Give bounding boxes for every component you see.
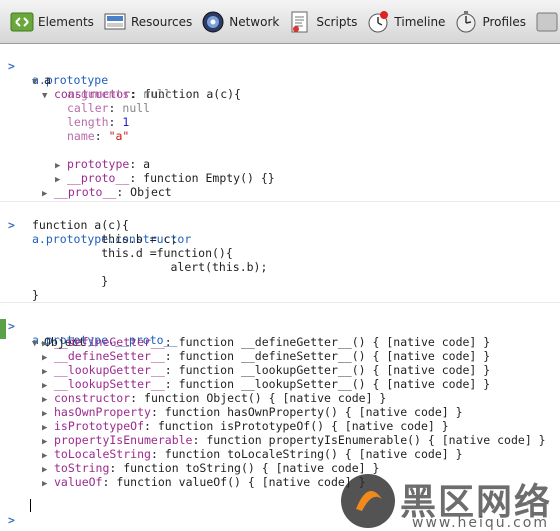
property-value: null <box>143 87 171 101</box>
property-value: "a" <box>108 129 130 143</box>
tab-timeline-label: Timeline <box>394 14 446 29</box>
property-key: toString <box>54 461 110 475</box>
prompt-chevron-icon: > <box>8 218 15 232</box>
property-key: name <box>67 129 95 143</box>
tab-more[interactable] <box>535 7 560 37</box>
code-line: this.b = c; <box>32 232 178 246</box>
devtools-toolbar: Elements Resources Network Scripts Timel… <box>0 0 560 44</box>
watermark: 黑区网络 www.heiqu.com <box>330 469 560 531</box>
property-value: function valueOf() { [native code] } <box>116 475 366 489</box>
property-value: function isPrototypeOf() { [native code]… <box>157 419 449 433</box>
tree-row[interactable]: ▶ prototype: a <box>0 143 560 171</box>
tab-profiles[interactable]: Profiles <box>454 7 526 37</box>
tree-row[interactable]: ▶ __defineGetter__: function __defineGett… <box>0 335 560 349</box>
tab-timeline[interactable]: Timeline <box>366 7 445 37</box>
tab-resources[interactable]: Resources <box>103 7 192 37</box>
property-key: arguments <box>67 87 130 101</box>
property-key: length <box>67 115 109 129</box>
prompt-chevron-icon: > <box>8 513 15 527</box>
tree-row[interactable]: ▶ hasOwnProperty: function hasOwnProperty… <box>0 405 560 419</box>
tree-row[interactable]: ▶ __proto__: function Empty() {} <box>0 157 560 185</box>
property-value: function __defineGetter__() { [native co… <box>178 335 491 349</box>
tab-network[interactable]: Network <box>201 7 279 37</box>
property-key: hasOwnProperty <box>54 405 151 419</box>
tab-profiles-label: Profiles <box>482 14 527 29</box>
property-key: toLocaleString <box>54 447 151 461</box>
text-caret <box>30 499 31 512</box>
tab-resources-label: Resources <box>130 14 193 29</box>
code-line: this.d =function(){ <box>32 246 233 260</box>
property-key: valueOf <box>54 475 103 489</box>
property-value: function hasOwnProperty() { [native code… <box>164 405 463 419</box>
property-value: function __lookupGetter__() { [native co… <box>178 363 491 377</box>
tree-row[interactable]: ▶ __proto__: Object <box>0 171 560 199</box>
network-icon <box>201 10 225 34</box>
property-value: function toLocaleString() { [native code… <box>164 447 463 461</box>
tree-row[interactable]: ▶ __lookupSetter__: function __lookupSett… <box>0 377 560 391</box>
elements-icon <box>10 10 34 34</box>
tab-network-label: Network <box>229 14 280 29</box>
property-value: function __lookupSetter__() { [native co… <box>178 377 491 391</box>
tree-row[interactable]: ▶ __lookupGetter__: function __lookupGett… <box>0 363 560 377</box>
tree-row[interactable]: ▶ __defineSetter__: function __defineSett… <box>0 349 560 363</box>
property-value: function Object() { [native code] } <box>144 391 387 405</box>
property-value: function __defineSetter__() { [native co… <box>178 349 491 363</box>
property-value: 1 <box>122 115 130 129</box>
property-key: constructor <box>54 391 131 405</box>
property-key: __defineSetter__ <box>54 349 165 363</box>
property-key: __defineGetter__ <box>54 335 165 349</box>
property-value: function propertyIsEnumerable() { [nativ… <box>206 433 546 447</box>
console-panel[interactable]: > a.prototype ▼ a ▼ constructor: function … <box>0 44 560 531</box>
scripts-icon <box>288 10 312 34</box>
resources-icon <box>103 10 127 34</box>
tree-row[interactable]: ▼ Object <box>0 321 560 349</box>
console-entry-proto: > a.prototype.__proto__ ▼ Object ▶ __defin… <box>0 305 560 495</box>
property-row: caller: null <box>67 101 151 115</box>
property-value: null <box>122 101 151 115</box>
tab-scripts-label: Scripts <box>316 14 358 29</box>
property-key: caller <box>67 101 109 115</box>
property-row: name: "a" <box>67 129 130 143</box>
collapsed-triangle-icon[interactable]: ▶ <box>42 477 54 491</box>
property-row: arguments: null <box>67 87 171 101</box>
tab-elements-label: Elements <box>38 14 94 29</box>
tree-row[interactable]: ▶ constructor: function Object() { [nativ… <box>0 391 560 405</box>
property-key: isPrototypeOf <box>54 419 145 433</box>
watermark-logo-icon <box>341 474 395 528</box>
tree-row[interactable]: ▶ toLocaleString: function toLocaleString… <box>0 447 560 461</box>
profiles-icon <box>454 10 478 34</box>
code-line: function a(c){ <box>32 218 129 232</box>
tree-row[interactable]: ▼ a <box>0 59 560 87</box>
property-key: __lookupGetter__ <box>54 363 165 377</box>
tab-elements[interactable]: Elements <box>10 7 94 37</box>
tree-row[interactable]: ▶ propertyIsEnumerable: function property… <box>0 433 560 447</box>
timeline-icon <box>366 10 390 34</box>
watermark-url: www.heiqu.com <box>412 515 550 531</box>
more-icon <box>535 10 559 34</box>
tab-scripts[interactable]: Scripts <box>288 7 357 37</box>
tree-row[interactable]: ▼ constructor: function a(c){ <box>0 73 560 101</box>
code-line: alert(this.b); <box>32 260 268 274</box>
code-line: } <box>32 274 109 288</box>
property-row: length: 1 <box>67 115 130 129</box>
property-key: propertyIsEnumerable <box>54 433 193 447</box>
tree-row[interactable]: ▶ isPrototypeOf: function isPrototypeOf()… <box>0 419 560 433</box>
console-entry-constructor: > a.prototype.constructor function a(c){… <box>0 204 560 303</box>
collapsed-triangle-icon[interactable]: ▶ <box>42 187 54 201</box>
code-line: } <box>32 288 39 302</box>
console-entry-a-prototype: > a.prototype ▼ a ▼ constructor: function … <box>0 45 560 202</box>
property-key: __lookupSetter__ <box>54 377 165 391</box>
